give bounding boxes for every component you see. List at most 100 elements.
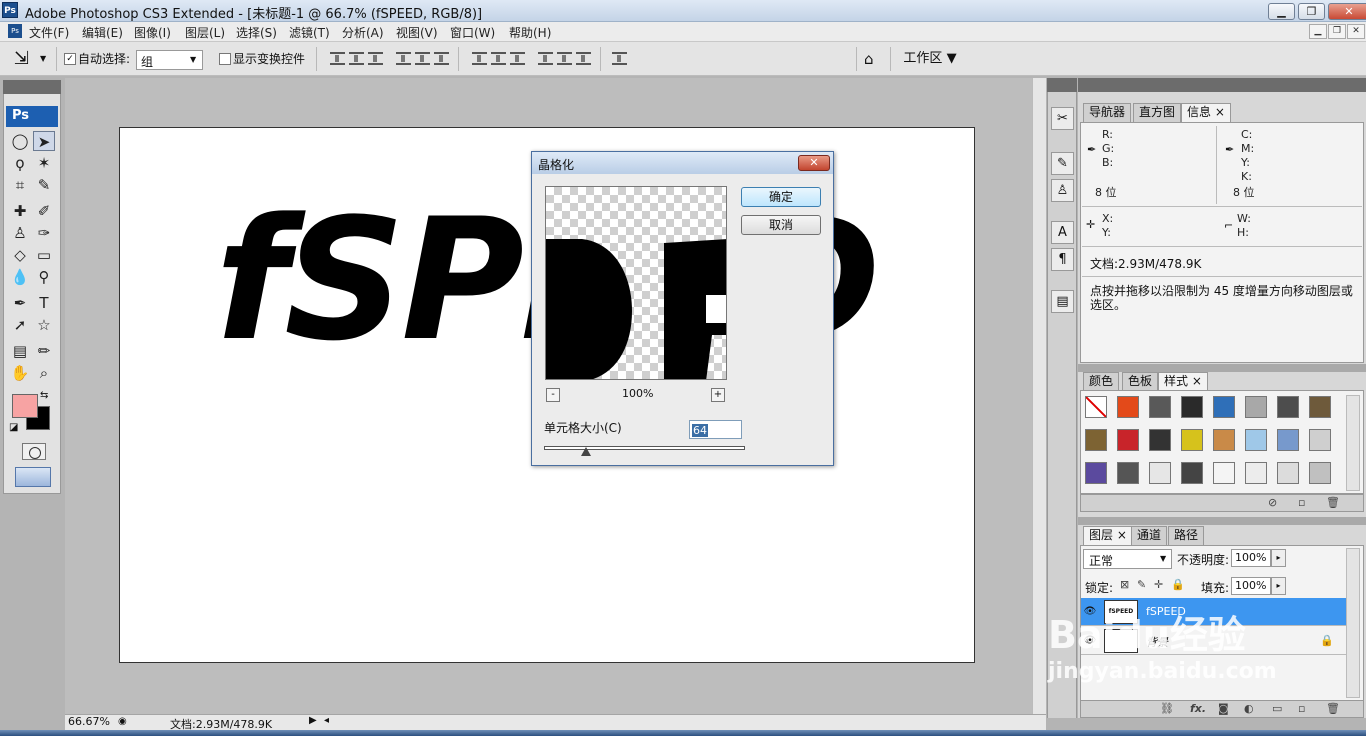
swap-colors-icon[interactable]: ⇆ bbox=[40, 390, 48, 401]
layer-comps-icon[interactable]: ▤ bbox=[1051, 290, 1074, 313]
status-menu-icon[interactable]: ◉ bbox=[118, 716, 127, 727]
zoom-field[interactable]: 66.67% bbox=[68, 716, 116, 728]
distribute-right-icon[interactable] bbox=[576, 52, 591, 65]
chevron-down-icon[interactable]: ▼ bbox=[40, 54, 46, 63]
character-icon[interactable]: A bbox=[1051, 221, 1074, 244]
opacity-slider-button[interactable]: ▸ bbox=[1271, 549, 1286, 567]
fill-input[interactable]: 100% bbox=[1231, 577, 1271, 595]
style-swatch[interactable] bbox=[1117, 462, 1139, 484]
maximize-button[interactable]: ❐ bbox=[1298, 3, 1325, 20]
align-top-icon[interactable] bbox=[330, 52, 345, 65]
menu-layer[interactable]: 图层(L) bbox=[185, 24, 225, 41]
distribute-hcenter-icon[interactable] bbox=[557, 52, 572, 65]
tab-swatches[interactable]: 色板 bbox=[1122, 372, 1159, 391]
style-swatch[interactable] bbox=[1213, 396, 1235, 418]
new-style-icon[interactable]: ▫ bbox=[1298, 496, 1305, 509]
dialog-close-button[interactable]: ✕ bbox=[798, 155, 830, 171]
dodge-tool-icon[interactable]: ⚲ bbox=[33, 267, 55, 287]
status-arrow-icon[interactable]: ▶ bbox=[309, 715, 317, 726]
auto-align-icon[interactable] bbox=[612, 52, 627, 65]
toolbox-header[interactable] bbox=[3, 80, 61, 94]
show-transform-checkbox[interactable] bbox=[219, 53, 231, 65]
style-swatch[interactable] bbox=[1181, 462, 1203, 484]
tab-info[interactable]: 信息 × bbox=[1181, 103, 1231, 122]
menu-select[interactable]: 选择(S) bbox=[236, 24, 277, 41]
minimize-button[interactable]: ▁ bbox=[1268, 3, 1295, 20]
menu-filter[interactable]: 滤镜(T) bbox=[289, 24, 330, 41]
panel-header[interactable] bbox=[1078, 364, 1366, 372]
hand-tool-icon[interactable]: ✋ bbox=[9, 363, 31, 383]
hscroll-left-icon[interactable]: ◂ bbox=[324, 715, 329, 726]
align-hcenter-icon[interactable] bbox=[415, 52, 430, 65]
magic-wand-tool-icon[interactable]: ✶ bbox=[33, 153, 55, 173]
doc-minimize-button[interactable]: ▁ bbox=[1309, 24, 1327, 39]
doc-close-button[interactable]: ✕ bbox=[1347, 24, 1365, 39]
healing-brush-tool-icon[interactable]: ✚ bbox=[9, 201, 31, 221]
menu-file[interactable]: 文件(F) bbox=[29, 24, 69, 41]
brushes-icon[interactable]: ✎ bbox=[1051, 152, 1074, 175]
menu-edit[interactable]: 编辑(E) bbox=[82, 24, 123, 41]
clone-stamp-tool-icon[interactable]: ♙ bbox=[9, 223, 31, 243]
blur-tool-icon[interactable]: 💧 bbox=[9, 267, 31, 287]
lock-position-icon[interactable]: ✛ bbox=[1154, 578, 1163, 591]
style-swatch[interactable] bbox=[1181, 429, 1203, 451]
style-swatch[interactable] bbox=[1085, 462, 1107, 484]
doc-restore-button[interactable]: ❐ bbox=[1328, 24, 1346, 39]
quick-mask-icon[interactable] bbox=[22, 443, 46, 460]
close-button[interactable]: ✕ bbox=[1328, 3, 1366, 20]
trash-icon[interactable]: 🗑 bbox=[1326, 496, 1340, 509]
distribute-left-icon[interactable] bbox=[538, 52, 553, 65]
crop-tool-icon[interactable]: ⌗ bbox=[9, 175, 31, 195]
fill-slider-button[interactable]: ▸ bbox=[1271, 577, 1286, 595]
cancel-button[interactable]: 取消 bbox=[741, 215, 821, 235]
style-swatch[interactable] bbox=[1277, 429, 1299, 451]
zoom-in-button[interactable]: + bbox=[711, 388, 725, 402]
type-tool-icon[interactable]: T bbox=[33, 293, 55, 313]
menu-analysis[interactable]: 分析(A) bbox=[342, 24, 384, 41]
chevron-down-icon[interactable]: ▼ bbox=[190, 55, 196, 64]
zoom-tool-icon[interactable]: ⌕ bbox=[33, 363, 55, 383]
marquee-tool-icon[interactable]: ◯ bbox=[9, 131, 31, 151]
lock-transparent-icon[interactable]: ⊠ bbox=[1120, 578, 1129, 591]
dialog-title-bar[interactable] bbox=[532, 152, 833, 174]
lock-pixels-icon[interactable]: ✎ bbox=[1137, 578, 1146, 591]
cell-size-slider[interactable] bbox=[544, 446, 745, 450]
style-swatch[interactable] bbox=[1085, 396, 1107, 418]
zoom-out-button[interactable]: - bbox=[546, 388, 560, 402]
opacity-input[interactable]: 100% bbox=[1231, 549, 1271, 567]
distribute-bottom-icon[interactable] bbox=[510, 52, 525, 65]
notes-tool-icon[interactable]: ▤ bbox=[9, 341, 31, 361]
shape-tool-icon[interactable]: ☆ bbox=[33, 315, 55, 335]
panel-header[interactable] bbox=[1078, 78, 1366, 92]
screen-mode-icon[interactable] bbox=[15, 467, 51, 487]
style-swatch[interactable] bbox=[1277, 462, 1299, 484]
slice-tool-icon[interactable]: ✎ bbox=[33, 175, 55, 195]
menu-help[interactable]: 帮助(H) bbox=[509, 24, 551, 41]
menu-view[interactable]: 视图(V) bbox=[396, 24, 438, 41]
style-swatch[interactable] bbox=[1277, 396, 1299, 418]
paragraph-icon[interactable]: ¶ bbox=[1051, 248, 1074, 271]
tab-styles[interactable]: 样式 × bbox=[1158, 372, 1208, 391]
eraser-tool-icon[interactable]: ◇ bbox=[9, 245, 31, 265]
panel-header[interactable] bbox=[1078, 517, 1366, 525]
tab-color[interactable]: 颜色 bbox=[1083, 372, 1120, 391]
history-brush-tool-icon[interactable]: ✑ bbox=[33, 223, 55, 243]
lock-all-icon[interactable]: 🔒 bbox=[1171, 578, 1185, 591]
vertical-scrollbar[interactable] bbox=[1032, 78, 1046, 714]
chevron-down-icon[interactable]: ▼ bbox=[1160, 554, 1166, 563]
style-swatch[interactable] bbox=[1117, 429, 1139, 451]
style-swatch[interactable] bbox=[1309, 396, 1331, 418]
pen-tool-icon[interactable]: ✒ bbox=[9, 293, 31, 313]
style-swatch[interactable] bbox=[1309, 462, 1331, 484]
style-swatch[interactable] bbox=[1245, 462, 1267, 484]
tab-channels[interactable]: 通道 bbox=[1131, 526, 1168, 545]
style-swatch[interactable] bbox=[1309, 429, 1331, 451]
filter-preview[interactable] bbox=[545, 186, 727, 380]
ok-button[interactable]: 确定 bbox=[741, 187, 821, 207]
style-swatch[interactable] bbox=[1245, 396, 1267, 418]
style-swatch[interactable] bbox=[1245, 429, 1267, 451]
layers-scrollbar[interactable] bbox=[1346, 548, 1360, 698]
style-swatch[interactable] bbox=[1213, 429, 1235, 451]
styles-scrollbar[interactable] bbox=[1346, 395, 1360, 491]
style-swatch[interactable] bbox=[1181, 396, 1203, 418]
